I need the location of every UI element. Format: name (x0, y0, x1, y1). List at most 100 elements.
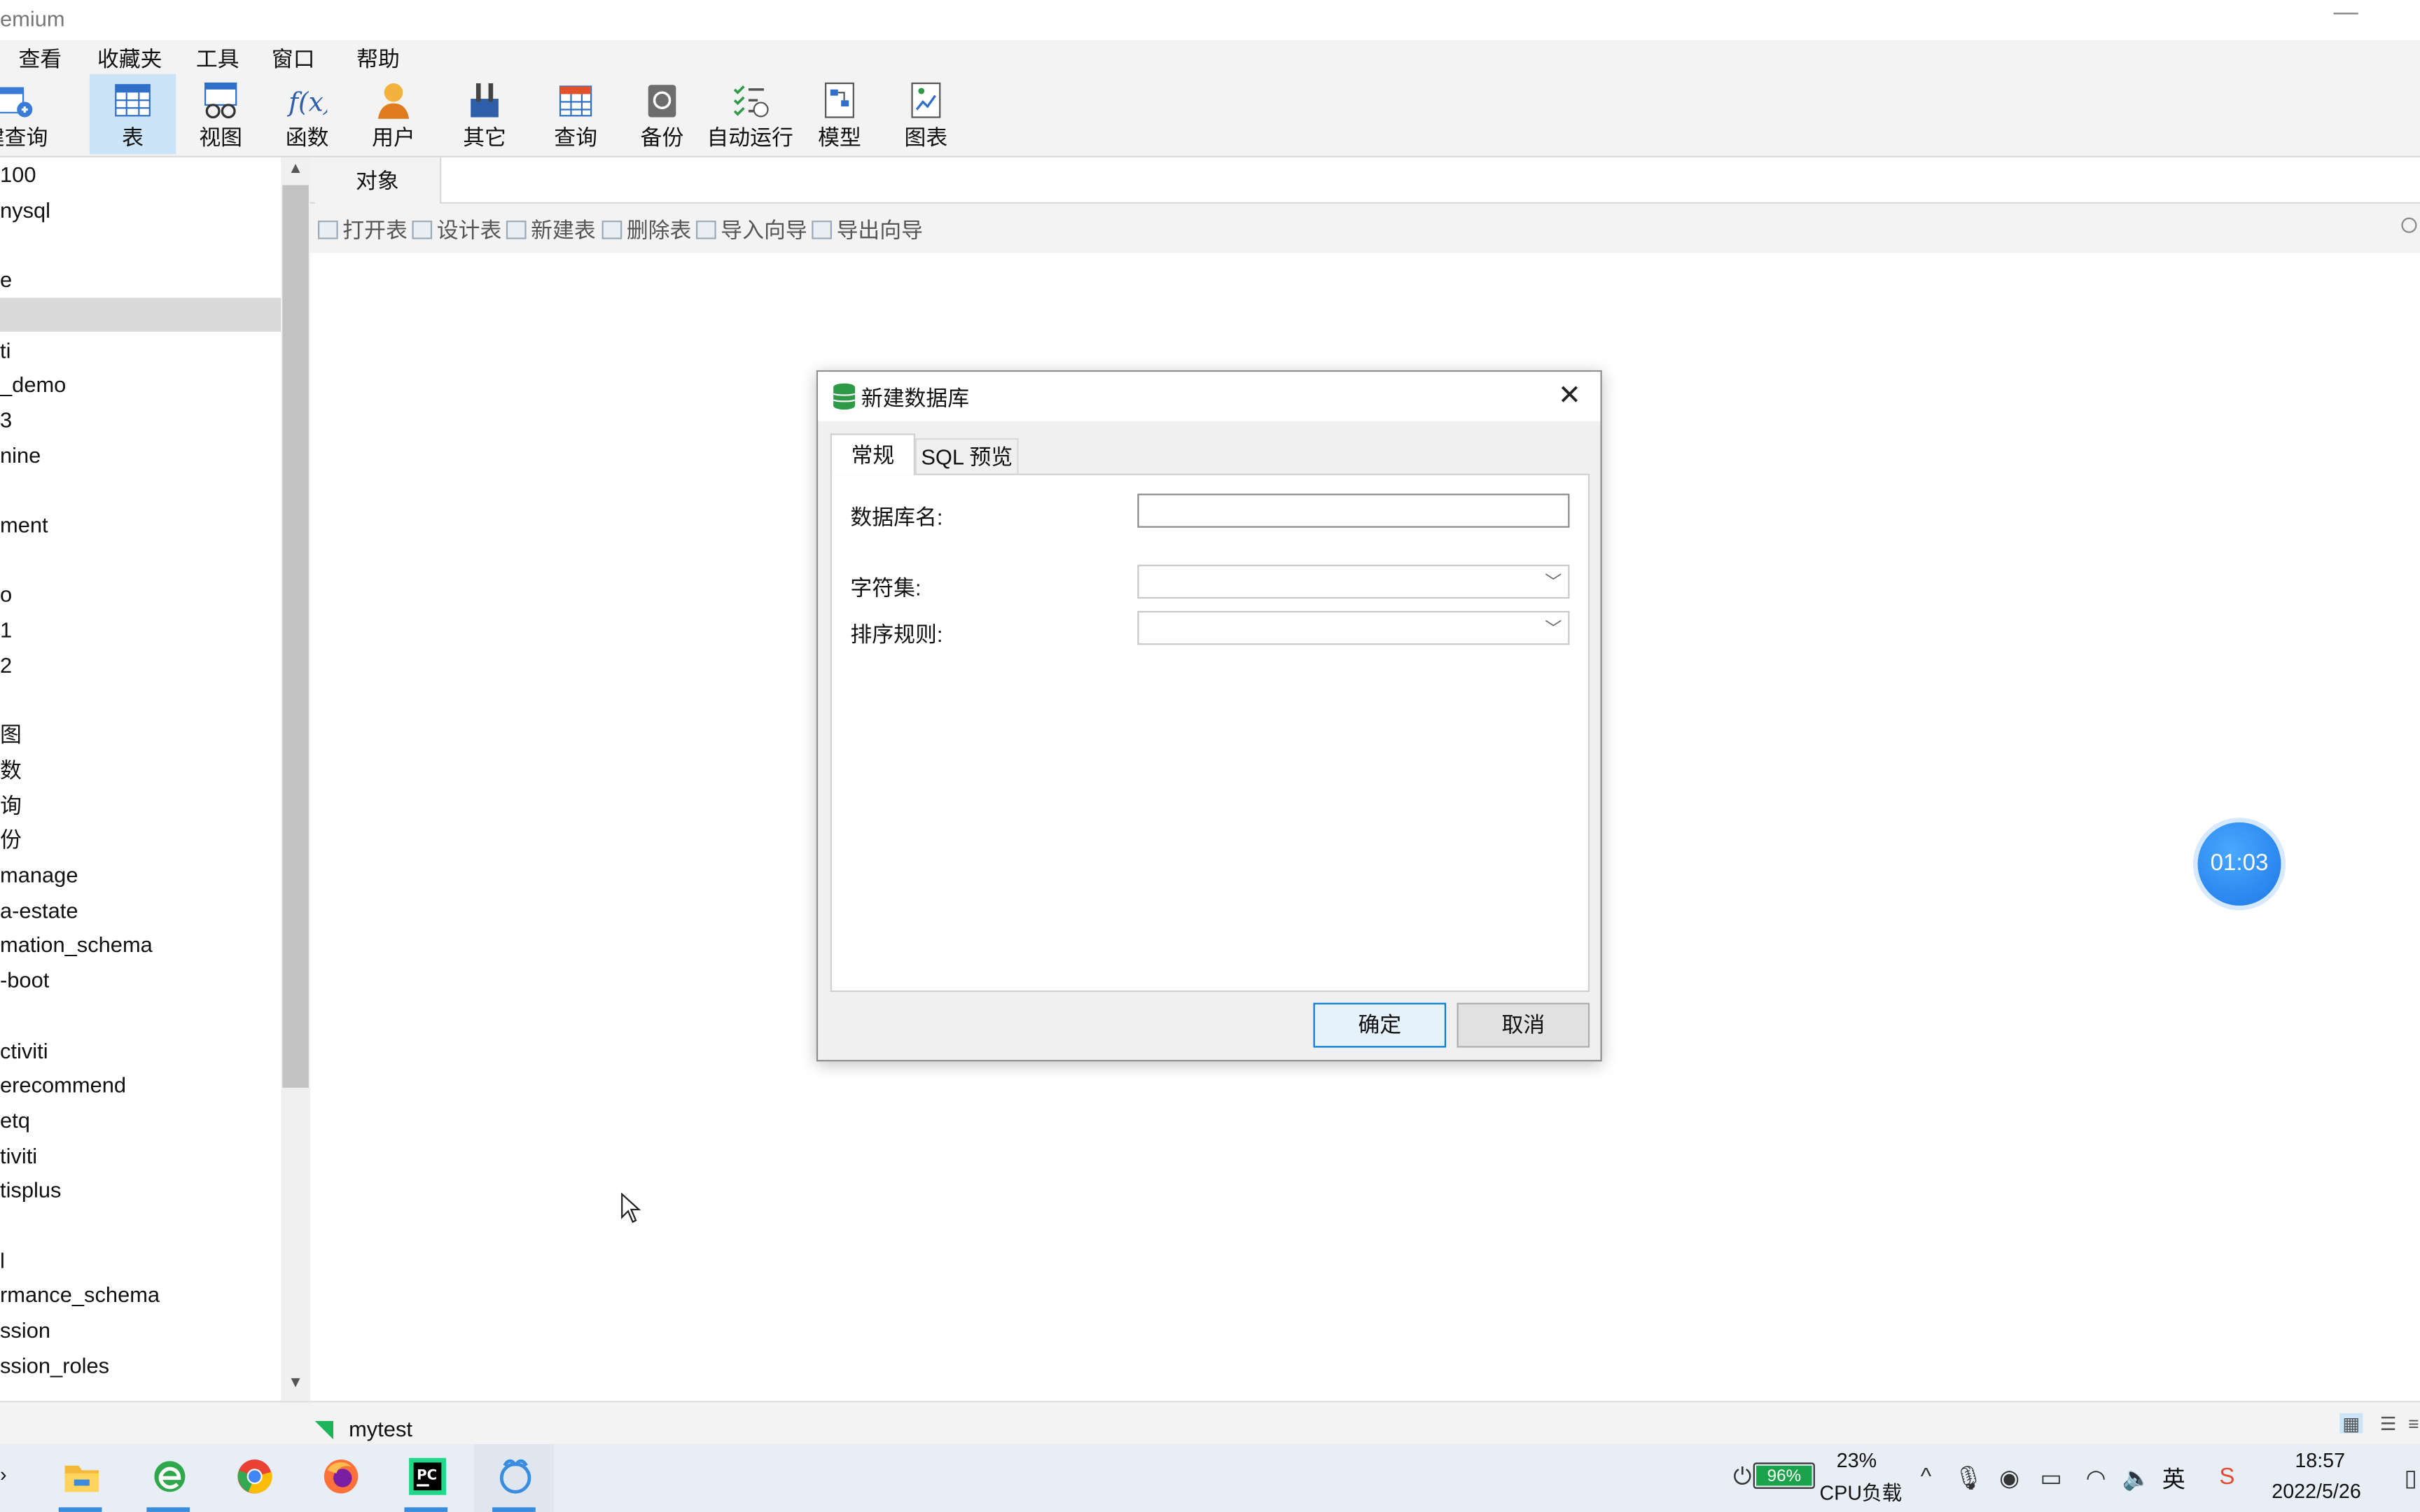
new-query-button[interactable]: 建查询 (0, 74, 53, 155)
chart-button[interactable]: 图表 (883, 74, 969, 155)
import-wizard-button[interactable]: 导入向导 (696, 214, 807, 245)
chevron-up-icon[interactable]: ^ (1912, 1464, 1940, 1490)
menu-help[interactable]: 帮助 (356, 43, 400, 74)
function-icon: f(x) (287, 87, 327, 118)
sidebar-item[interactable]: 1 (0, 612, 281, 646)
scroll-thumb[interactable] (282, 185, 309, 1088)
sidebar-item[interactable]: e (0, 262, 281, 296)
sidebar-item[interactable]: tisplus (0, 1173, 281, 1207)
sidebar-item[interactable]: rmance_schema (0, 1278, 281, 1312)
notification-icon[interactable]: ▯ (2401, 1464, 2419, 1492)
taskbar-firefox[interactable] (300, 1444, 380, 1512)
sidebar-item[interactable] (0, 1208, 281, 1242)
list-view-icon[interactable]: ☰ (2377, 1413, 2400, 1435)
ok-button[interactable]: 确定 (1313, 1002, 1447, 1048)
microphone-icon[interactable]: 🎙 (1954, 1464, 1983, 1492)
sidebar-item[interactable] (0, 998, 281, 1032)
other-button[interactable]: 其它 (441, 74, 527, 155)
view-button[interactable]: 视图 (177, 74, 263, 155)
sidebar-scrollbar[interactable]: ▲ ▼ (281, 157, 311, 1401)
delete-table-button[interactable]: 删除表 (601, 214, 691, 245)
sidebar-item[interactable]: ti (0, 332, 281, 366)
scroll-up-icon[interactable]: ▲ (284, 160, 307, 183)
table-button[interactable]: 表 (89, 74, 176, 155)
sidebar-item[interactable]: nysql (0, 192, 281, 226)
sidebar-item[interactable]: erecommend (0, 1068, 281, 1102)
sidebar-item[interactable] (0, 227, 281, 261)
design-table-button[interactable]: 设计表 (412, 214, 501, 245)
function-button[interactable]: f(x) 函数 (264, 74, 350, 155)
sidebar-item[interactable]: etq (0, 1103, 281, 1137)
grid-view-icon[interactable]: ▦ (2339, 1413, 2363, 1435)
power-plug-icon[interactable]: ⏻ (1728, 1464, 1756, 1490)
close-icon[interactable]: ✕ (1554, 379, 1585, 410)
taskbar-navicat[interactable] (473, 1443, 555, 1512)
device-icon[interactable]: ▭ (2037, 1464, 2065, 1492)
sidebar-item-label: nine (0, 442, 41, 467)
sidebar-item[interactable]: 询 (0, 788, 281, 821)
sidebar-item[interactable]: ment (0, 507, 281, 541)
taskbar-pycharm[interactable]: PC (386, 1444, 466, 1512)
db-name-field[interactable] (1137, 493, 1570, 528)
collation-select[interactable]: ﹀ (1137, 610, 1570, 645)
volume-icon[interactable]: 🔈 (2122, 1464, 2151, 1492)
export-wizard-button[interactable]: 导出向导 (812, 214, 923, 245)
clock-date[interactable]: 2022/5/26 (2272, 1480, 2360, 1503)
sidebar-item[interactable]: 3 (0, 402, 281, 436)
sidebar-item[interactable] (0, 297, 281, 332)
ime-indicator[interactable]: 英 (2162, 1462, 2185, 1494)
cancel-button[interactable]: 取消 (1456, 1002, 1590, 1048)
sidebar-item[interactable]: ssion (0, 1313, 281, 1347)
sidebar-item[interactable] (0, 542, 281, 576)
sidebar-item[interactable]: 数 (0, 752, 281, 786)
firefox-icon (324, 1459, 359, 1494)
tab-objects[interactable]: 对象 (314, 157, 442, 204)
tab-general[interactable]: 常规 (830, 433, 915, 475)
backup-button[interactable]: 备份 (619, 74, 705, 155)
menu-window[interactable]: 窗口 (272, 43, 315, 74)
taskbar-ie-browser[interactable] (128, 1444, 209, 1512)
menu-tools[interactable]: 工具 (196, 43, 239, 74)
search-icon[interactable] (2401, 217, 2417, 233)
sidebar-item[interactable]: l (0, 1243, 281, 1277)
sidebar-item[interactable]: 图 (0, 718, 281, 751)
open-table-button[interactable]: 打开表 (318, 214, 408, 245)
timer-bubble[interactable]: 01:03 (2197, 822, 2281, 906)
sidebar-item[interactable] (0, 682, 281, 716)
sidebar-item[interactable]: 份 (0, 822, 281, 856)
taskbar-file-explorer[interactable] (40, 1444, 120, 1512)
taskbar-chrome[interactable] (213, 1444, 293, 1512)
sidebar-item[interactable]: a-estate (0, 892, 281, 926)
sidebar-item[interactable]: manage (0, 858, 281, 891)
wifi-icon[interactable]: ◠ (2082, 1464, 2110, 1492)
sidebar-item[interactable]: -boot (0, 963, 281, 997)
sidebar-item[interactable]: ctiviti (0, 1033, 281, 1067)
sidebar-item[interactable]: mation_schema (0, 927, 281, 961)
sidebar-item[interactable]: 100 (0, 158, 281, 191)
charset-select[interactable]: ﹀ (1137, 564, 1570, 599)
sidebar-item[interactable]: o (0, 578, 281, 611)
new-table-button[interactable]: 新建表 (506, 214, 596, 245)
sidebar-item[interactable]: nine (0, 438, 281, 471)
sidebar-item[interactable]: ssion_roles (0, 1348, 281, 1382)
sidebar-item[interactable]: tiviti (0, 1138, 281, 1172)
sogou-input-icon[interactable]: S (2213, 1464, 2241, 1490)
menu-view[interactable]: 查看 (18, 43, 62, 74)
menu-favorites[interactable]: 收藏夹 (97, 43, 162, 74)
detail-view-icon[interactable]: ≡ (2407, 1413, 2420, 1435)
tab-sql-preview[interactable]: SQL 预览 (915, 438, 1019, 474)
model-button[interactable]: 模型 (796, 74, 882, 155)
sidebar-item[interactable]: 2 (0, 648, 281, 681)
user-button[interactable]: 用户 (350, 74, 436, 155)
active-indicator (58, 1507, 102, 1512)
scroll-down-icon[interactable]: ▼ (284, 1375, 307, 1398)
model-label: 模型 (818, 125, 861, 150)
sidebar-item[interactable] (0, 472, 281, 506)
clock-time[interactable]: 18:57 (2295, 1449, 2345, 1472)
battery-indicator[interactable]: 96% (1753, 1462, 1815, 1489)
auto-run-button[interactable]: 自动运行 (704, 74, 796, 155)
qq-icon[interactable]: ◉ (1996, 1464, 2024, 1492)
minimize-icon[interactable]: — (2330, 0, 2361, 37)
sidebar-item[interactable]: _demo (0, 368, 281, 401)
query-button[interactable]: 查询 (532, 74, 618, 155)
